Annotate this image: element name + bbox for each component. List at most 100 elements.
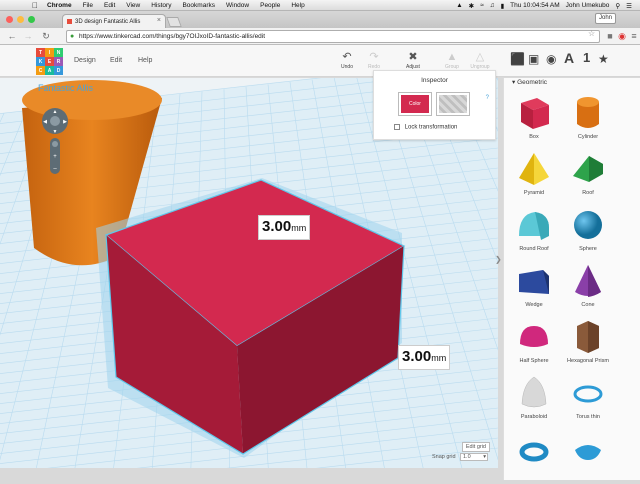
secure-lock-icon: ● (70, 33, 75, 40)
menu-edit-app[interactable]: Edit (110, 57, 122, 64)
dropbox-icon[interactable]: ▲ (456, 2, 462, 9)
lock-transformation-label: Lock transformation (404, 124, 458, 131)
inspector-help-link[interactable]: ? (486, 95, 489, 101)
text-a-icon[interactable]: A (564, 50, 574, 66)
undo-icon: ↶ (342, 51, 352, 63)
tinkercad-favicon-icon (67, 19, 72, 24)
menubar-clock[interactable]: Thu 10:04:54 AM (510, 2, 560, 9)
tinkercad-logo[interactable]: T I N K E R C A D (36, 48, 63, 75)
svg-text:▶: ▶ (63, 119, 67, 125)
apple-menu-icon[interactable]:  (30, 1, 40, 10)
shape-tube[interactable] (562, 428, 614, 484)
shape-cylinder[interactable]: Cylinder (562, 92, 614, 148)
shape-pyramid[interactable]: Pyramid (508, 148, 560, 204)
length-dimension-label[interactable]: 3.00mm (258, 215, 311, 240)
battery-icon[interactable]: ▮ (501, 2, 505, 10)
close-tab-icon[interactable]: × (157, 17, 161, 24)
search-icon[interactable]: ⚲ (615, 2, 620, 10)
chevron-right-icon[interactable]: ❯ (495, 255, 503, 264)
menu-design[interactable]: Design (74, 57, 96, 64)
snap-grid-select[interactable]: 1.0 ▾ (460, 453, 488, 461)
width-unit: mm (431, 353, 447, 363)
color-swatch-button[interactable]: Color (398, 92, 432, 116)
pinterest-icon[interactable]: ◉ (616, 30, 628, 42)
undo-label: Undo (341, 64, 353, 70)
browser-tab-strip: 3D design Fantastic Allis × John (0, 11, 640, 28)
address-bar[interactable]: ● https://www.tinkercad.com/things/bgy7O… (66, 30, 600, 43)
width-dimension-label[interactable]: 3.00mm (398, 345, 451, 370)
browser-tab[interactable]: 3D design Fantastic Allis × (62, 14, 166, 28)
shape-label: Torus thin (576, 414, 600, 420)
menu-view[interactable]: View (126, 2, 140, 9)
profile-button[interactable]: John (594, 13, 616, 24)
solid-cube-icon[interactable]: ▣ (528, 52, 539, 66)
hole-swatch-button[interactable] (436, 92, 470, 116)
menubar-user[interactable]: John Umekubo (566, 2, 610, 9)
shape-label: Pyramid (523, 190, 545, 196)
ungroup-icon: △ (475, 51, 485, 63)
wifi-icon[interactable]: ≈ (480, 2, 484, 9)
group-icon: ▲ (446, 51, 458, 63)
volume-icon[interactable]: ♫ (490, 2, 495, 9)
view-navigation-control[interactable]: ▲ ▼ ◀ ▶ + – (40, 108, 70, 178)
design-title[interactable]: Fantastic Allis (38, 83, 93, 93)
menu-window[interactable]: Window (226, 2, 249, 9)
reload-icon[interactable]: ↻ (40, 30, 52, 42)
logo-letter: T (36, 48, 45, 57)
shape-round-roof[interactable]: Round Roof (508, 204, 560, 260)
shape-label: Cylinder (577, 134, 599, 140)
notification-list-icon[interactable]: ☰ (626, 2, 632, 10)
shape-hexagonal-prism[interactable]: Hexagonal Prism (562, 316, 614, 372)
length-unit: mm (291, 223, 307, 233)
menu-app-chrome[interactable]: Chrome (47, 2, 72, 9)
menu-file[interactable]: File (83, 2, 93, 9)
shape-paraboloid[interactable]: Paraboloid (508, 372, 560, 428)
menu-history[interactable]: History (151, 2, 171, 9)
shape-wedge[interactable]: Wedge (508, 260, 560, 316)
pyramid-thumbnail-icon (519, 153, 549, 185)
shape-box[interactable]: Box (508, 92, 560, 148)
shape-torus[interactable] (508, 428, 560, 484)
menu-people[interactable]: People (260, 2, 280, 9)
shape-label: Half Sphere (519, 358, 549, 364)
shape-half-sphere[interactable]: Half Sphere (508, 316, 560, 372)
zoom-window-icon[interactable] (28, 16, 35, 23)
inspector-title: Inspector (421, 77, 448, 84)
logo-letter: A (45, 66, 54, 75)
shape-roof[interactable]: Roof (562, 148, 614, 204)
menu-edit[interactable]: Edit (104, 2, 115, 9)
edit-grid-button[interactable]: Edit grid (461, 442, 490, 452)
undo-button[interactable]: ↶ Undo (333, 51, 361, 73)
shape-sphere[interactable]: Sphere (562, 204, 614, 260)
svg-text:◀: ◀ (43, 119, 47, 125)
adjust-icon: ✖ (408, 51, 418, 63)
wireframe-cube-icon[interactable]: ⬛ (510, 52, 525, 66)
bluetooth-icon[interactable]: ✱ (469, 2, 474, 10)
star-icon[interactable]: ★ (598, 52, 609, 66)
lock-transformation-row[interactable]: Lock transformation (394, 124, 457, 131)
menu-help-app[interactable]: Help (138, 57, 152, 64)
shape-cone[interactable]: Cone (562, 260, 614, 316)
chrome-menu-icon[interactable]: ≡ (628, 30, 640, 42)
shape-label: Round Roof (519, 246, 549, 252)
minimize-window-icon[interactable] (17, 16, 24, 23)
bookmark-star-icon[interactable]: ☆ (588, 29, 595, 38)
lock-checkbox[interactable] (394, 124, 400, 130)
ball-icon[interactable]: ◉ (546, 52, 556, 66)
close-window-icon[interactable] (6, 16, 13, 23)
menu-help[interactable]: Help (291, 2, 304, 9)
logo-letter: C (36, 66, 45, 75)
logo-letter: N (54, 48, 63, 57)
redo-icon: ↷ (369, 51, 379, 63)
shape-label: Paraboloid (520, 414, 548, 420)
back-icon[interactable]: ← (6, 30, 18, 42)
menu-bookmarks[interactable]: Bookmarks (182, 2, 215, 9)
shapes-category-header[interactable]: ▾ Geometric (512, 78, 547, 86)
extension-icon[interactable]: ■ (604, 30, 616, 42)
forward-icon[interactable]: → (22, 30, 34, 42)
url-text: https://www.tinkercad.com/things/bgy7OIJ… (79, 33, 266, 40)
new-tab-button[interactable] (166, 17, 182, 27)
shape-torus-thin[interactable]: Torus thin (562, 372, 614, 428)
number-1-icon[interactable]: 1 (583, 50, 590, 65)
shape-label: Roof (582, 190, 594, 196)
